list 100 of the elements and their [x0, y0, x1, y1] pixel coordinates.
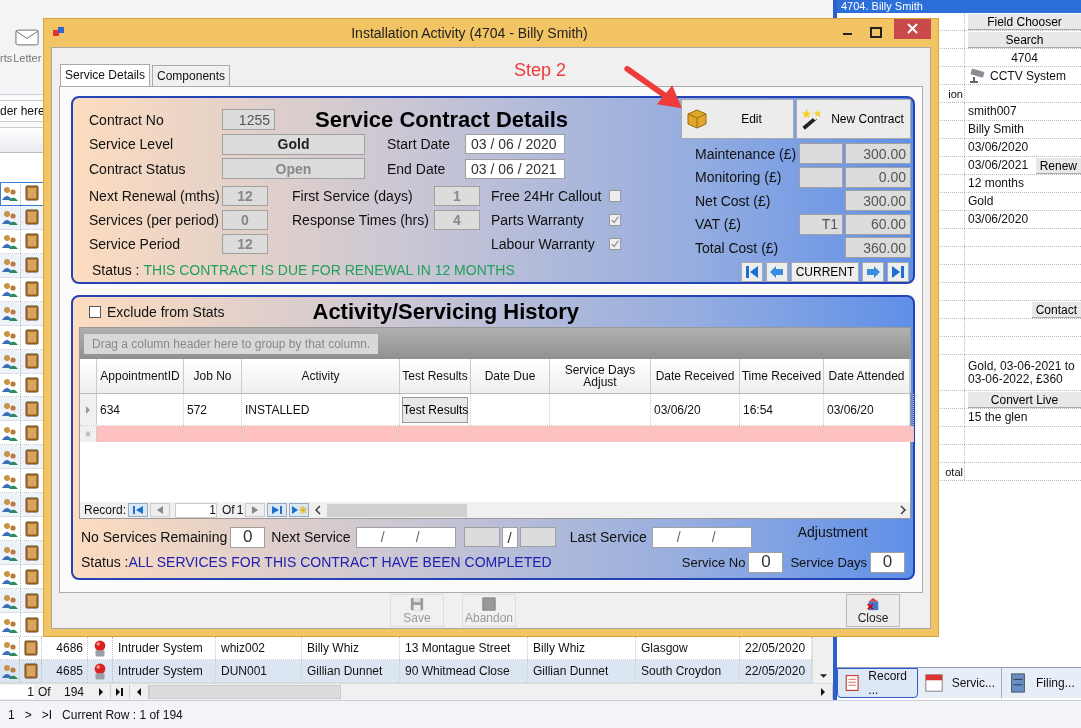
book-icon — [24, 209, 40, 226]
amount-field[interactable]: 300.00 — [845, 143, 911, 165]
test-results-button[interactable]: Test Results — [402, 396, 468, 423]
previous-record-icon[interactable] — [766, 261, 788, 282]
number-field[interactable]: 0 — [748, 551, 784, 573]
column-header[interactable]: Service Days Adjust — [550, 359, 651, 393]
panel-button[interactable]: Search — [968, 31, 1081, 48]
checkbox[interactable] — [609, 190, 621, 203]
book-icon — [24, 353, 40, 370]
checkbox[interactable] — [609, 214, 621, 227]
new-record-icon[interactable] — [289, 503, 310, 517]
close-button[interactable]: Close — [846, 594, 900, 627]
record-field[interactable]: 1 — [175, 502, 218, 518]
scroll-down-icon[interactable] — [818, 673, 828, 680]
column-header[interactable]: Job No — [184, 359, 242, 393]
people-icon — [2, 616, 18, 633]
people-icon — [2, 472, 18, 489]
option-label: Parts Warranty — [491, 212, 585, 229]
table-cell: 03/06/20 — [824, 394, 910, 425]
next-record-icon[interactable] — [862, 261, 884, 282]
option-label: Free 24Hr Callout — [491, 188, 603, 205]
amount-field[interactable]: 0.00 — [845, 166, 911, 188]
ribbon-label: rts — [0, 52, 13, 64]
field-label: Start Date — [387, 136, 452, 153]
amount-field[interactable]: 360.00 — [845, 237, 911, 259]
cost-label: Monitoring (£) — [694, 169, 783, 186]
current-button[interactable]: CURRENT — [791, 261, 859, 282]
date-field[interactable]: 03 / 06 / 2021 — [465, 159, 565, 179]
status-nav[interactable]: 1 — [8, 707, 15, 722]
pager-label: Record: — [84, 503, 127, 517]
field-value: 15 the glen — [968, 411, 1029, 424]
last-record-icon[interactable] — [267, 503, 288, 517]
status-nav[interactable]: > — [24, 707, 32, 722]
code-field[interactable] — [799, 166, 843, 188]
previous-record-icon[interactable] — [150, 503, 171, 517]
first-record-icon[interactable] — [128, 503, 149, 517]
input-field[interactable] — [463, 527, 500, 547]
date-field[interactable]: 03 / 06 / 2020 — [465, 134, 565, 155]
scroll-left-icon[interactable] — [314, 505, 323, 515]
code-field[interactable] — [799, 143, 843, 165]
tab[interactable]: Service Details — [60, 64, 151, 86]
next-record-icon[interactable] — [245, 503, 266, 517]
book-icon — [24, 568, 40, 585]
status-label: Status : — [92, 262, 140, 279]
scroll-right-icon[interactable] — [899, 505, 907, 515]
field-value: 03/06/2021 — [968, 159, 1030, 172]
app-icon — [53, 27, 65, 39]
column-header[interactable]: AppointmentID — [97, 359, 184, 393]
letter-button[interactable]: Letter — [13, 52, 42, 64]
amount-field[interactable]: 60.00 — [845, 213, 911, 235]
column-header[interactable]: Activity — [242, 359, 400, 393]
envelope-icon — [15, 29, 40, 46]
field-label: Contract No — [89, 111, 165, 128]
panel-tab[interactable]: Servic... — [917, 668, 1003, 698]
column-header[interactable]: Date Due — [471, 359, 550, 393]
column-header[interactable]: Time Received — [740, 359, 824, 393]
row-action-button[interactable]: Contact — [1031, 301, 1081, 318]
panel-tab[interactable]: Record ... — [837, 668, 918, 698]
panel-tab[interactable]: Filing... — [1002, 668, 1081, 698]
date-field[interactable]: / / — [355, 526, 456, 548]
field-label: Service Level — [89, 136, 175, 153]
book-icon — [22, 663, 39, 680]
page-field[interactable]: 1 — [0, 685, 34, 700]
close-icon[interactable] — [894, 19, 931, 39]
status-nav[interactable]: >I — [41, 707, 53, 722]
panel-button[interactable]: Field Chooser — [968, 13, 1081, 30]
number-field[interactable]: 0 — [230, 526, 266, 548]
service-level-field[interactable]: Gold — [222, 133, 365, 155]
row-action-button[interactable]: Renew — [1035, 157, 1081, 174]
table-cell: 634 — [97, 394, 184, 425]
contract-number-field[interactable]: 1255 — [222, 109, 275, 130]
scrollbar-thumb[interactable] — [327, 503, 468, 517]
column-header[interactable]: Test Results — [400, 359, 471, 393]
first-record-icon[interactable] — [741, 261, 763, 282]
column-header[interactable]: Date Received — [651, 359, 740, 393]
column-header[interactable]: Date Attended — [824, 359, 910, 393]
checkbox[interactable] — [609, 238, 621, 251]
people-icon — [1, 663, 18, 680]
window-title: Installation Activity (4704 - Billy Smith) — [350, 25, 589, 41]
input-field[interactable] — [519, 527, 556, 547]
cost-label: Net Cost (£) — [694, 192, 772, 209]
edit-button[interactable]: Edit — [681, 99, 794, 139]
document-icon — [844, 672, 861, 694]
new-contract-button[interactable]: New Contract — [796, 99, 911, 139]
date-field[interactable]: / / — [651, 526, 752, 548]
field-value: 03/06/2020 — [968, 141, 1030, 154]
table-cell: DUN001 — [216, 660, 302, 683]
last-record-icon[interactable] — [887, 261, 909, 282]
amount-field[interactable]: 300.00 — [845, 190, 911, 212]
book-icon — [24, 281, 40, 298]
checkbox[interactable] — [89, 306, 101, 318]
book-icon — [24, 305, 40, 322]
stop-icon — [482, 596, 496, 611]
tab[interactable]: Components — [152, 65, 231, 86]
number-field[interactable]: 0 — [870, 551, 905, 573]
cost-label: Total Cost (£) — [694, 239, 780, 256]
panel-button[interactable]: Convert Live — [968, 391, 1081, 408]
scrollbar-thumb[interactable] — [149, 685, 341, 700]
pager-of-label: Of — [222, 503, 235, 517]
code-field[interactable]: T1 — [799, 213, 843, 235]
